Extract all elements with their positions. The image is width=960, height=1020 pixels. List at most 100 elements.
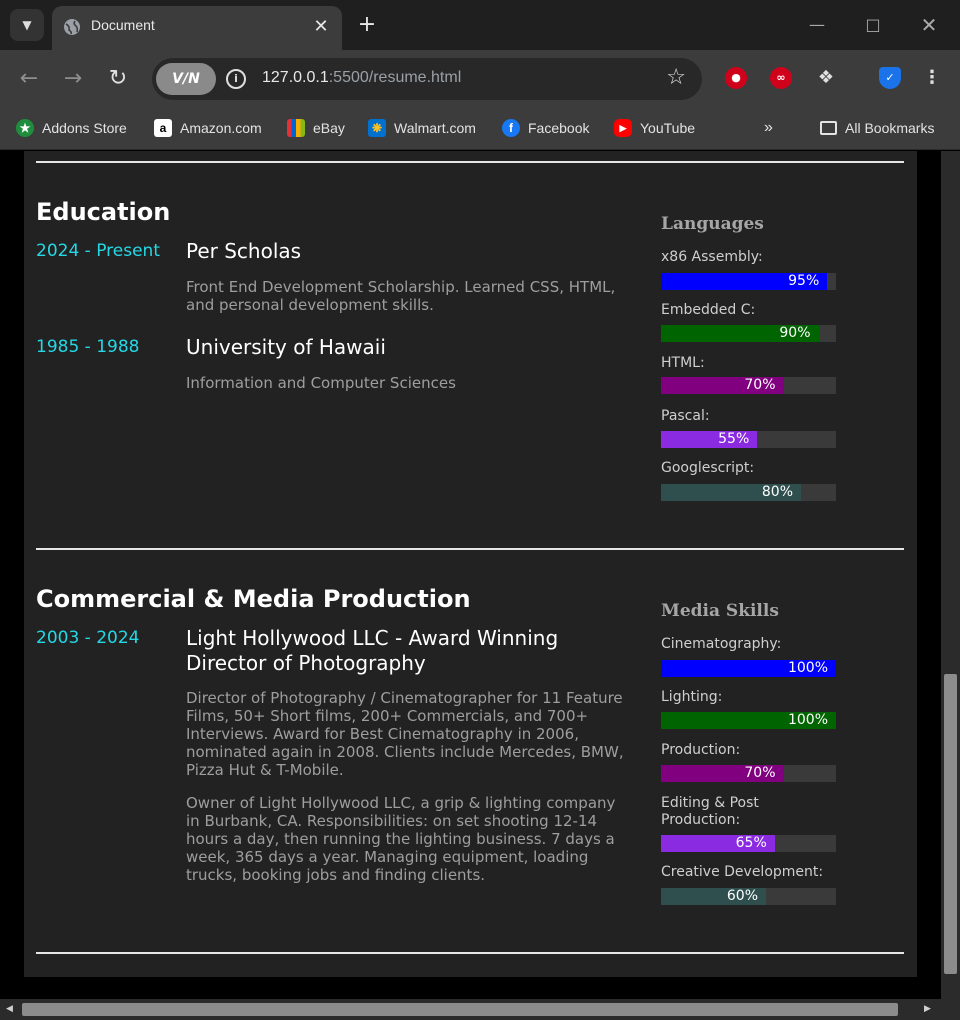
skill-label: Lighting: xyxy=(661,689,723,705)
skill-bar: 100% xyxy=(661,660,836,677)
horizontal-scroll-thumb[interactable] xyxy=(22,1003,898,1016)
skill-label: Production: xyxy=(661,742,741,758)
skill-bar-fill: 95% xyxy=(661,273,828,290)
skill-bar-fill: 100% xyxy=(661,660,836,677)
new-tab-button[interactable]: + xyxy=(355,12,379,38)
education-years-1: 2024 - Present xyxy=(36,241,160,261)
skill-bar: 60% xyxy=(661,888,836,905)
skill-bar-fill: 100% xyxy=(661,712,836,729)
skill-bar-fill: 90% xyxy=(661,325,819,342)
lock-extension-icon[interactable]: ● xyxy=(725,67,747,89)
vertical-scrollbar[interactable] xyxy=(941,151,960,999)
bookmark-label: YouTube xyxy=(640,120,696,136)
skill-bar-fill: 80% xyxy=(661,484,801,501)
skill-label: Cinematography: xyxy=(661,636,782,652)
media-skills-heading: Media Skills xyxy=(661,601,779,621)
skill-bar-fill: 70% xyxy=(661,377,784,394)
reload-icon[interactable]: ↻ xyxy=(103,64,133,94)
tab-title: Document xyxy=(91,17,155,33)
skill-bar: 95% xyxy=(661,273,836,290)
production-years: 2003 - 2024 xyxy=(36,628,140,648)
more-bookmarks-chevron-icon[interactable]: » xyxy=(764,117,773,139)
section-divider xyxy=(36,952,904,954)
education-text-2: Information and Computer Sciences xyxy=(186,374,456,392)
skill-bar: 70% xyxy=(661,765,836,782)
section-divider xyxy=(36,548,904,550)
skill-label: Editing & Post Production: xyxy=(661,795,759,828)
shield-extension-icon[interactable]: ✓ xyxy=(879,67,901,89)
education-text-1: Front End Development Scholarship. Learn… xyxy=(186,278,616,314)
active-tab[interactable]: Document ✕ xyxy=(52,6,342,50)
production-heading: Commercial & Media Production xyxy=(36,585,471,613)
ebay-icon xyxy=(287,119,305,137)
chevron-down-icon: ▼ xyxy=(22,18,32,32)
tab-strip: ▼ Document ✕ + — □ ✕ xyxy=(0,0,960,50)
bookmark-addons-store[interactable]: ★ Addons Store xyxy=(16,117,127,139)
close-tab-icon[interactable]: ✕ xyxy=(310,16,332,38)
walmart-icon: ❋ xyxy=(368,119,386,137)
site-info-icon[interactable]: i xyxy=(226,69,246,89)
url-path: :5500/resume.html xyxy=(328,69,462,86)
horizontal-scrollbar[interactable]: ◀ ▶ xyxy=(0,999,960,1020)
skill-bar: 65% xyxy=(661,835,836,852)
youtube-icon: ▶ xyxy=(614,119,632,137)
bookmark-walmart[interactable]: ❋ Walmart.com xyxy=(368,117,476,139)
bookmark-youtube[interactable]: ▶ YouTube xyxy=(614,117,695,139)
bookmark-star-icon[interactable]: ☆ xyxy=(666,65,686,90)
bookmark-label: Addons Store xyxy=(42,120,127,136)
all-bookmarks-label: All Bookmarks xyxy=(845,120,935,136)
vertical-scroll-thumb[interactable] xyxy=(944,674,957,974)
education-years-2: 1985 - 1988 xyxy=(36,337,140,357)
link-extension-icon[interactable]: ∞ xyxy=(770,67,792,89)
languages-heading: Languages xyxy=(661,214,764,234)
tab-search-button[interactable]: ▼ xyxy=(10,9,44,41)
address-bar[interactable]: V/N i 127.0.0.1:5500/resume.html ☆ xyxy=(152,58,702,100)
skill-bar: 70% xyxy=(661,377,836,394)
all-bookmarks-button[interactable]: All Bookmarks xyxy=(820,117,934,139)
skill-bar-fill: 60% xyxy=(661,888,766,905)
skill-label: Creative Development: xyxy=(661,864,824,880)
skill-bar-fill: 55% xyxy=(661,431,758,448)
bookmark-label: Walmart.com xyxy=(394,120,476,136)
production-title: Light Hollywood LLC - Award Winning Dire… xyxy=(186,626,559,675)
globe-icon xyxy=(64,19,80,35)
bookmark-label: eBay xyxy=(313,120,345,136)
skill-bar: 90% xyxy=(661,325,836,342)
bookmarks-bar: ★ Addons Store a Amazon.com eBay ❋ Walmart.… xyxy=(0,108,960,150)
skill-bar: 55% xyxy=(661,431,836,448)
browser-toolbar: ← → ↻ V/N i 127.0.0.1:5500/resume.html ☆… xyxy=(0,50,960,108)
puzzle-extensions-icon[interactable]: ❖ xyxy=(815,67,837,89)
facebook-icon: f xyxy=(502,119,520,137)
vpn-badge[interactable]: V/N xyxy=(156,63,216,95)
skill-label: x86 Assembly: xyxy=(661,249,763,265)
maximize-icon[interactable]: □ xyxy=(858,12,888,38)
bookmark-amazon[interactable]: a Amazon.com xyxy=(154,117,262,139)
production-text-2: Owner of Light Hollywood LLC, a grip & l… xyxy=(186,794,616,884)
url-text[interactable]: 127.0.0.1:5500/resume.html xyxy=(262,69,461,87)
scroll-right-icon[interactable]: ▶ xyxy=(924,1004,931,1014)
bookmark-ebay[interactable]: eBay xyxy=(287,117,345,139)
education-heading: Education xyxy=(36,198,171,226)
close-window-icon[interactable]: ✕ xyxy=(914,12,944,38)
education-title-1: Per Scholas xyxy=(186,239,302,263)
skill-bar: 80% xyxy=(661,484,836,501)
amazon-icon: a xyxy=(154,119,172,137)
skill-label: Embedded C: xyxy=(661,302,756,318)
section-divider xyxy=(36,161,904,163)
forward-arrow-icon[interactable]: → xyxy=(58,64,88,94)
skill-label: Googlescript: xyxy=(661,460,755,476)
back-arrow-icon[interactable]: ← xyxy=(14,64,44,94)
page-viewport: Education 2024 - Present Per Scholas Fro… xyxy=(0,151,941,999)
minimize-icon[interactable]: — xyxy=(802,12,832,38)
url-host: 127.0.0.1 xyxy=(262,69,329,86)
folder-icon xyxy=(820,121,837,135)
production-text-1: Director of Photography / Cinematographe… xyxy=(186,689,624,779)
skill-bar-fill: 65% xyxy=(661,835,775,852)
addons-store-icon: ★ xyxy=(16,119,34,137)
education-title-2: University of Hawaii xyxy=(186,335,386,359)
bookmark-facebook[interactable]: f Facebook xyxy=(502,117,589,139)
scroll-left-icon[interactable]: ◀ xyxy=(6,1004,13,1014)
kebab-menu-icon[interactable]: ⋮ xyxy=(921,67,943,89)
bookmark-label: Facebook xyxy=(528,120,590,136)
bookmark-label: Amazon.com xyxy=(180,120,262,136)
